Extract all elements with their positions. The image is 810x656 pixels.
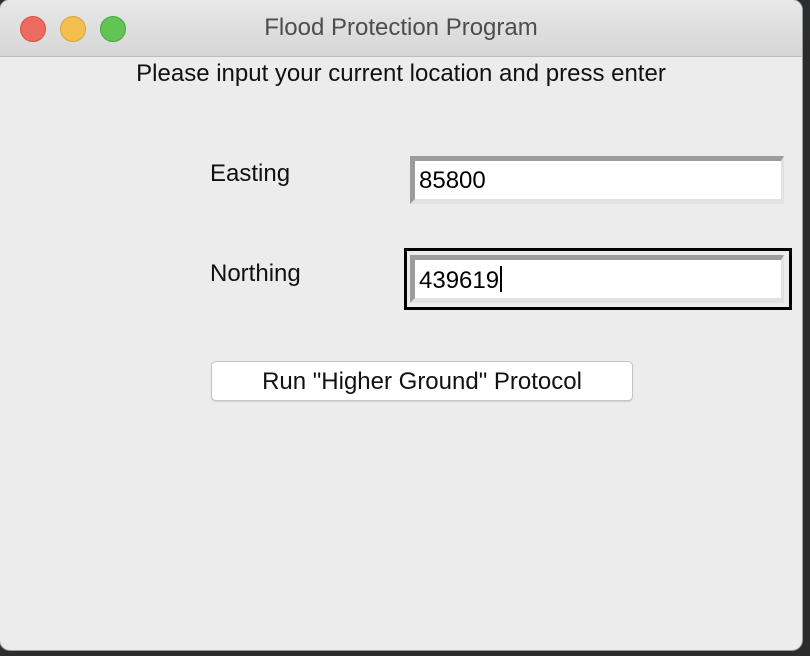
easting-input[interactable]: 85800 — [410, 156, 784, 204]
window-title: Flood Protection Program — [264, 14, 538, 41]
northing-value: 439619 — [419, 267, 500, 294]
northing-input[interactable]: 439619 — [410, 255, 784, 303]
title-bar: Flood Protection Program — [0, 0, 802, 57]
text-caret — [500, 266, 503, 292]
instruction-text: Please input your current location and p… — [136, 60, 666, 87]
northing-label: Northing — [210, 260, 301, 287]
run-protocol-button[interactable]: Run "Higher Ground" Protocol — [211, 361, 633, 401]
app-window: Flood Protection Program Please input yo… — [0, 0, 802, 650]
easting-label: Easting — [210, 160, 291, 187]
easting-value: 85800 — [419, 167, 486, 194]
